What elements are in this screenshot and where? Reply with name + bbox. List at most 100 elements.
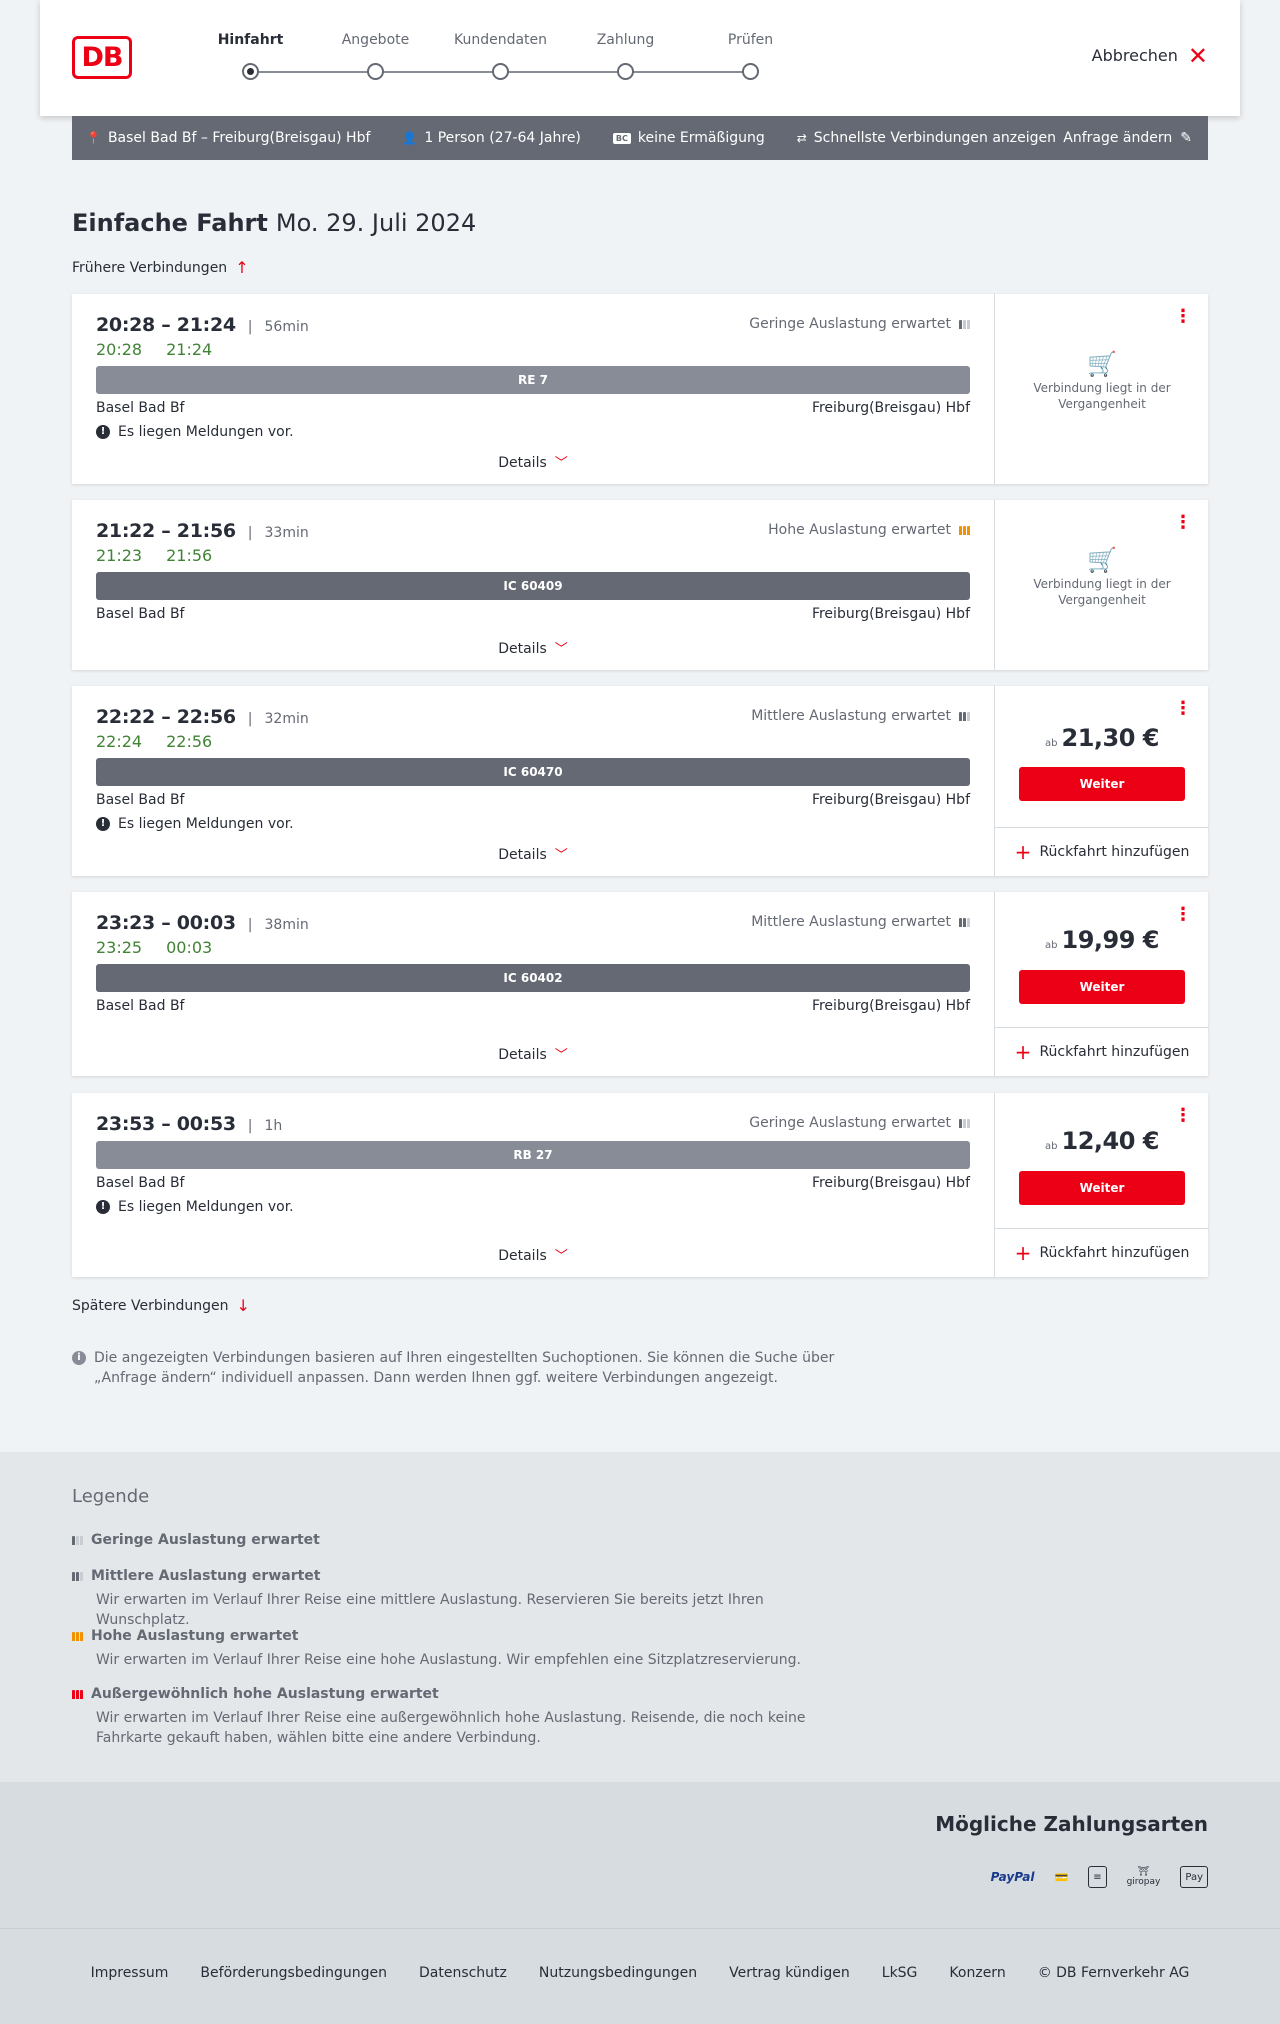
continue-button[interactable]: Weiter [1019,767,1185,801]
realtime-departure: 23:25 [96,938,143,957]
later-connections-link[interactable]: Spätere Verbindungen ↓ [72,1296,250,1315]
apple-pay-icon: Pay [1180,1866,1208,1888]
trip-date: Mo. 29. Juli 2024 [275,209,477,237]
details-toggle[interactable]: Details ﹀ [72,638,994,657]
giropay-symbol: ⛩ [1137,1867,1150,1877]
realtime-departure: 21:23 [96,546,143,565]
discount-summary: BC keine Ermäßigung [612,130,765,146]
train-bar[interactable]: IC 60470 [96,758,970,786]
train-bar[interactable]: RB 27 [96,1141,970,1169]
notice-text: Es liegen Meldungen vor. [118,424,294,440]
occupancy-text: Mittlere Auslastung erwartet [751,708,951,724]
details-toggle[interactable]: Details ﹀ [72,844,994,863]
realtime-arrival: 21:56 [166,546,213,565]
departure-station: Basel Bad Bf [96,1175,185,1191]
step-kundendaten: Kundendaten [438,30,563,80]
footer-link-befoerderungsbedingungen[interactable]: Beförderungsbedingungen [200,1965,387,1981]
page-title: Einfache Fahrt Mo. 29. Juli 2024 [72,209,476,237]
arrival-station: Freiburg(Breisgau) Hbf [811,998,970,1014]
apple-pay-label: Pay [1185,1871,1203,1883]
departure-station: Basel Bad Bf [96,998,185,1014]
details-label: Details [498,455,547,471]
separator: | [247,711,253,727]
add-return-trip-button[interactable]: + Rückfahrt hinzufügen [995,1027,1209,1076]
legend-item-description: Wir erwarten im Verlauf Ihrer Reise eine… [96,1710,806,1746]
separator: | [247,319,253,335]
step-label: Zahlung [596,32,655,48]
more-options-icon[interactable]: ⋮ [1174,700,1192,718]
arrival-station: Freiburg(Breisgau) Hbf [811,606,970,622]
step-dot [617,63,634,80]
details-toggle[interactable]: Details ﹀ [72,1044,994,1063]
occupancy-medium-icon [959,917,970,927]
past-connection-text: Verbindung liegt in der Vergangenheit [1033,381,1171,411]
db-logo[interactable]: DB [72,36,132,79]
planned-times: 21:22 – 21:56 [96,520,236,542]
notice: ! Es liegen Meldungen vor. [96,1199,294,1215]
price-value: 21,30 € [1061,724,1160,752]
change-request-label: Anfrage ändern [1063,130,1173,146]
traveller-text: 1 Person (27-64 Jahre) [424,130,581,146]
footer-link-konzern[interactable]: Konzern [949,1965,1005,1981]
offer-panel: ⋮ 🛒 Verbindung liegt in der Vergangenhei… [994,500,1208,670]
notice-text: Es liegen Meldungen vor. [118,816,294,832]
search-option-summary: ⇄ Schnellste Verbindungen anzeigen [797,130,1056,146]
add-return-trip-button[interactable]: + Rückfahrt hinzufügen [995,1228,1209,1277]
connection-card: 23:23 – 00:03 | 38min Mittlere Auslastun… [72,892,1209,1076]
realtime-departure: 22:24 [96,732,143,751]
step-dot [492,63,509,80]
legend-item: Geringe Auslastung erwartet [72,1532,852,1548]
separator: | [247,525,253,541]
giropay-icon: ⛩ giropay [1127,1862,1161,1892]
occupancy-info: Mittlere Auslastung erwartet [751,914,970,930]
footer-link-nutzungsbedingungen[interactable]: Nutzungsbedingungen [539,1965,697,1981]
separator: | [247,917,253,933]
more-options-icon[interactable]: ⋮ [1174,514,1192,532]
continue-button[interactable]: Weiter [1019,970,1185,1004]
details-toggle[interactable]: Details ﹀ [72,1245,994,1264]
realtime-times: 23:25 00:03 [96,938,212,957]
legend-title: Legende [72,1486,150,1507]
add-return-trip-button[interactable]: + Rückfahrt hinzufügen [995,827,1209,876]
legend-item-title: Außergewöhnlich hohe Auslastung erwartet [91,1686,439,1702]
step-dot [742,63,759,80]
footer-link-vertrag-kuendigen[interactable]: Vertrag kündigen [729,1965,850,1981]
cancel-button[interactable]: Abbrechen ✕ [1092,44,1208,68]
connection-times: 23:23 – 00:03 | 38min [96,912,309,934]
more-options-icon[interactable]: ⋮ [1174,906,1192,924]
connection-card: 23:53 – 00:53 | 1h Geringe Auslastung er… [72,1093,1209,1277]
price-value: 19,99 € [1061,926,1160,954]
train-bar[interactable]: RE 7 [96,366,970,394]
credit-card-icon: 💳 [1054,1870,1069,1884]
connection-info: 20:28 – 21:24 | 56min Geringe Auslastung… [72,294,994,484]
chevron-down-icon: ﹀ [554,1249,568,1264]
stations: Basel Bad Bf Freiburg(Breisgau) Hbf [96,1175,970,1191]
continue-button[interactable]: Weiter [1019,1171,1185,1205]
change-request-button[interactable]: Anfrage ändern ✎ [1063,130,1192,146]
offer-panel: ⋮ ab 12,40 € Weiter + Rückfahrt hinzufüge… [994,1093,1209,1277]
notice: ! Es liegen Meldungen vor. [96,816,294,832]
footer-link-datenschutz[interactable]: Datenschutz [419,1965,507,1981]
notice-text: Es liegen Meldungen vor. [118,1199,294,1215]
more-options-icon[interactable]: ⋮ [1174,1107,1192,1125]
footer-link-impressum[interactable]: Impressum [91,1965,169,1981]
duration: 33min [264,525,309,541]
earlier-connections-link[interactable]: Frühere Verbindungen ↑ [72,258,249,277]
more-options-icon[interactable]: ⋮ [1174,308,1192,326]
price-prefix: ab [1045,738,1058,749]
connection-times: 23:53 – 00:53 | 1h [96,1113,282,1135]
train-bar[interactable]: IC 60402 [96,964,970,992]
occupancy-low-icon [72,1535,83,1545]
train-bar[interactable]: IC 60409 [96,572,970,600]
alert-icon: ! [96,425,110,439]
details-toggle[interactable]: Details ﹀ [72,452,994,471]
offer-panel: ⋮ 🛒 Verbindung liegt in der Vergangenhei… [994,294,1208,484]
route-text: Basel Bad Bf – Freiburg(Breisgau) Hbf [107,130,371,146]
planned-times: 22:22 – 22:56 [96,706,236,728]
occupancy-high-icon [72,1631,83,1641]
price: ab 21,30 € [995,724,1209,752]
duration: 56min [264,319,309,335]
legend-item: Hohe Auslastung erwartet Wir erwarten im… [72,1628,852,1670]
footer-link-lksg[interactable]: LkSG [882,1965,918,1981]
bahncard-icon: BC [612,132,631,144]
